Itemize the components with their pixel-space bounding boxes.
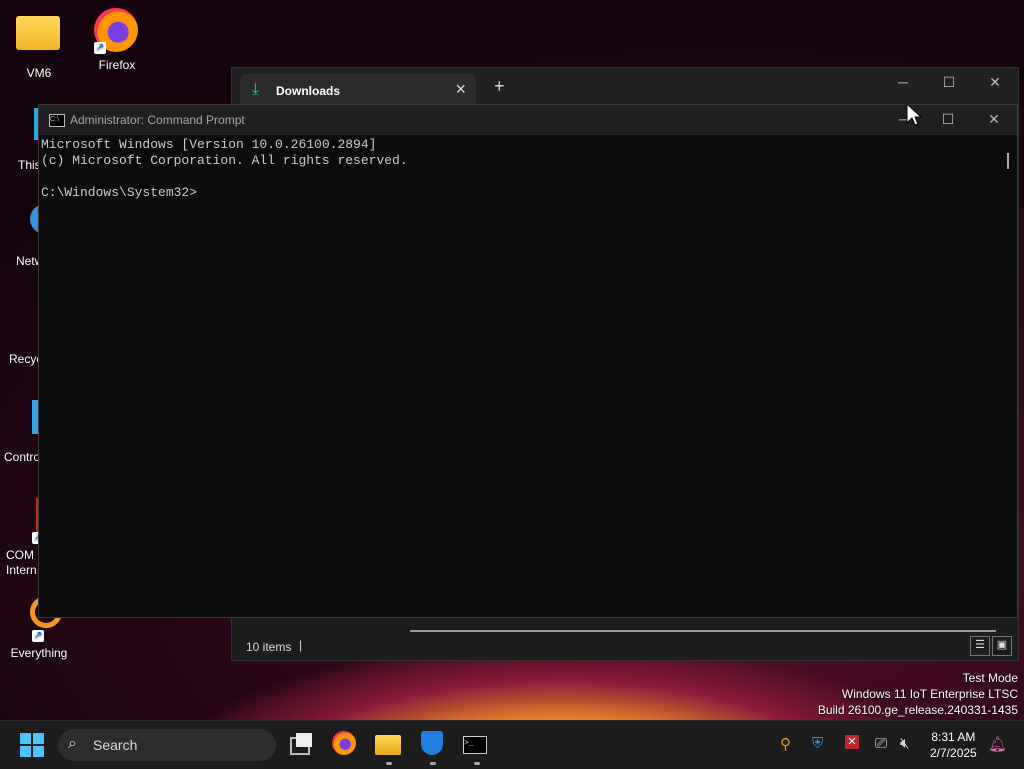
watermark-line: Test Mode <box>962 671 1018 685</box>
new-tab-button[interactable]: + <box>494 76 505 97</box>
mouse-cursor-icon <box>906 103 922 126</box>
desktop-icon-vm6[interactable]: VM6 <box>0 8 78 80</box>
desktop-icon-label: Firefox <box>98 58 136 72</box>
maximize-button[interactable]: ☐ <box>926 68 972 98</box>
watermark-line: Windows 11 IoT Enterprise LTSC <box>841 687 1018 701</box>
taskbar-command-prompt[interactable]: >_ <box>463 731 491 765</box>
taskbar-file-explorer[interactable] <box>375 731 403 765</box>
console-line: Microsoft Windows [Version 10.0.26100.28… <box>41 137 377 152</box>
start-button[interactable] <box>20 733 44 757</box>
explorer-titlebar[interactable]: ⤓ Downloads × + ─ ☐ ✕ <box>232 68 1018 106</box>
minimize-button[interactable]: ─ <box>880 68 926 98</box>
maximize-button[interactable]: ☐ <box>925 105 971 135</box>
terminal-icon: >_ <box>463 736 487 754</box>
running-indicator <box>430 762 436 765</box>
status-separator: | <box>299 638 303 652</box>
folder-icon <box>16 16 62 62</box>
tiles-view-icon[interactable]: ▣ <box>992 636 1012 656</box>
desktop-icon-label: VM6 <box>26 66 52 80</box>
close-button[interactable]: ✕ <box>972 68 1018 98</box>
vertical-scrollbar[interactable] <box>1007 153 1009 169</box>
tab-downloads[interactable]: ⤓ Downloads × <box>240 74 476 106</box>
download-icon: ⤓ <box>252 81 260 98</box>
item-count: 10 items <box>246 640 292 654</box>
test-mode-watermark: Test Mode Windows 11 IoT Enterprise LTSC… <box>818 670 1018 718</box>
firefox-icon: ↗ <box>94 8 140 54</box>
clock[interactable]: 8:31 AM 2/7/2025 <box>930 729 977 761</box>
running-indicator <box>474 762 480 765</box>
console-line: (c) Microsoft Corporation. All rights re… <box>41 153 408 168</box>
task-view-button[interactable] <box>288 731 316 759</box>
cmd-icon: C:\ <box>49 114 65 127</box>
close-tab-icon[interactable]: × <box>455 79 466 100</box>
folder-icon <box>375 735 401 755</box>
notification-bell-icon[interactable]: 🔔︎ <box>988 735 1007 753</box>
horizontal-scrollbar[interactable] <box>410 630 996 632</box>
search-placeholder: Search <box>93 737 138 753</box>
shortcut-arrow-icon: ↗ <box>32 630 44 642</box>
window-title: Administrator: Command Prompt <box>70 113 245 127</box>
clock-time: 8:31 AM <box>931 730 976 744</box>
shield-icon <box>421 731 443 755</box>
desktop-icon-label: Everything <box>10 646 68 660</box>
taskbar-firefox[interactable] <box>332 731 360 759</box>
search-box[interactable]: ⌕ Search <box>58 729 276 761</box>
clock-date: 2/7/2025 <box>930 746 977 760</box>
network-tray-icon[interactable]: ⎚ <box>875 735 887 752</box>
firefox-icon <box>332 731 356 755</box>
explorer-status-bar: 10 items | ☰ ▣ <box>232 616 1018 660</box>
watermark-line: Build 26100.ge_release.240331-1435 <box>817 703 1018 717</box>
taskbar: ⌕ Search >_ ⚲ ⛨ ✕ ⎚ 🔇︎ 8:31 AM 2/7/2025 … <box>0 720 1024 769</box>
tab-title: Downloads <box>276 84 341 98</box>
volume-muted-tray-icon[interactable]: 🔇︎ <box>900 735 909 752</box>
running-indicator <box>386 762 392 765</box>
taskbar-windows-security[interactable] <box>419 731 447 765</box>
command-prompt-window[interactable]: C:\ Administrator: Command Prompt ─ ☐ ✕ … <box>38 104 1018 618</box>
security-alert-tray-icon[interactable]: ⛨ <box>812 735 823 752</box>
close-button[interactable]: ✕ <box>971 105 1017 135</box>
details-view-icon[interactable]: ☰ <box>970 636 990 656</box>
desktop-icon-firefox[interactable]: ↗ Firefox <box>78 8 156 72</box>
console-output[interactable]: Microsoft Windows [Version 10.0.26100.28… <box>41 137 1003 617</box>
alert-tray-icon[interactable]: ✕ <box>845 735 859 749</box>
cmd-titlebar[interactable]: C:\ Administrator: Command Prompt ─ ☐ ✕ <box>39 105 1017 135</box>
shortcut-arrow-icon: ↗ <box>94 42 106 54</box>
search-icon: ⌕ <box>68 735 77 752</box>
everything-tray-icon[interactable]: ⚲ <box>780 735 791 753</box>
console-prompt: C:\Windows\System32> <box>41 185 198 200</box>
